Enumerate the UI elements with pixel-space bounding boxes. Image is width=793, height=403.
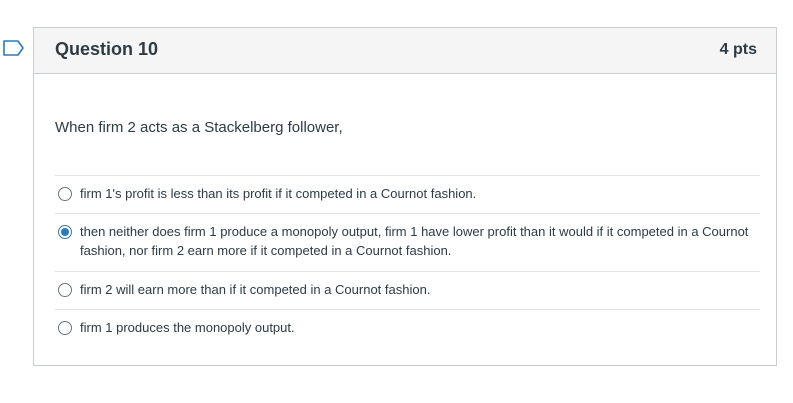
answer-label[interactable]: firm 1's profit is less than its profit …	[80, 184, 750, 203]
answer-label[interactable]: firm 1 produces the monopoly output.	[80, 318, 750, 337]
question-card: Question 10 4 pts When firm 2 acts as a …	[33, 27, 777, 366]
answer-option[interactable]: firm 1 produces the monopoly output.	[55, 309, 760, 347]
question-title: Question 10	[55, 39, 159, 59]
quiz-page: Question 10 4 pts When firm 2 acts as a …	[0, 0, 793, 403]
radio-button-selected[interactable]	[58, 225, 72, 239]
question-header: Question 10 4 pts	[34, 28, 776, 74]
flag-question-icon[interactable]	[3, 40, 25, 56]
answer-list: firm 1's profit is less than its profit …	[55, 175, 760, 347]
question-points: 4 pts	[719, 41, 757, 58]
radio-button[interactable]	[58, 187, 72, 201]
answer-option[interactable]: firm 2 will earn more than if it compete…	[55, 271, 760, 309]
answer-label[interactable]: firm 2 will earn more than if it compete…	[80, 280, 750, 299]
answer-option[interactable]: firm 1's profit is less than its profit …	[55, 175, 760, 213]
answer-label[interactable]: then neither does firm 1 produce a monop…	[80, 222, 750, 260]
answer-option[interactable]: then neither does firm 1 produce a monop…	[55, 213, 760, 271]
question-text: When firm 2 acts as a Stackelberg follow…	[55, 119, 343, 136]
radio-button[interactable]	[58, 283, 72, 297]
radio-button[interactable]	[58, 321, 72, 335]
